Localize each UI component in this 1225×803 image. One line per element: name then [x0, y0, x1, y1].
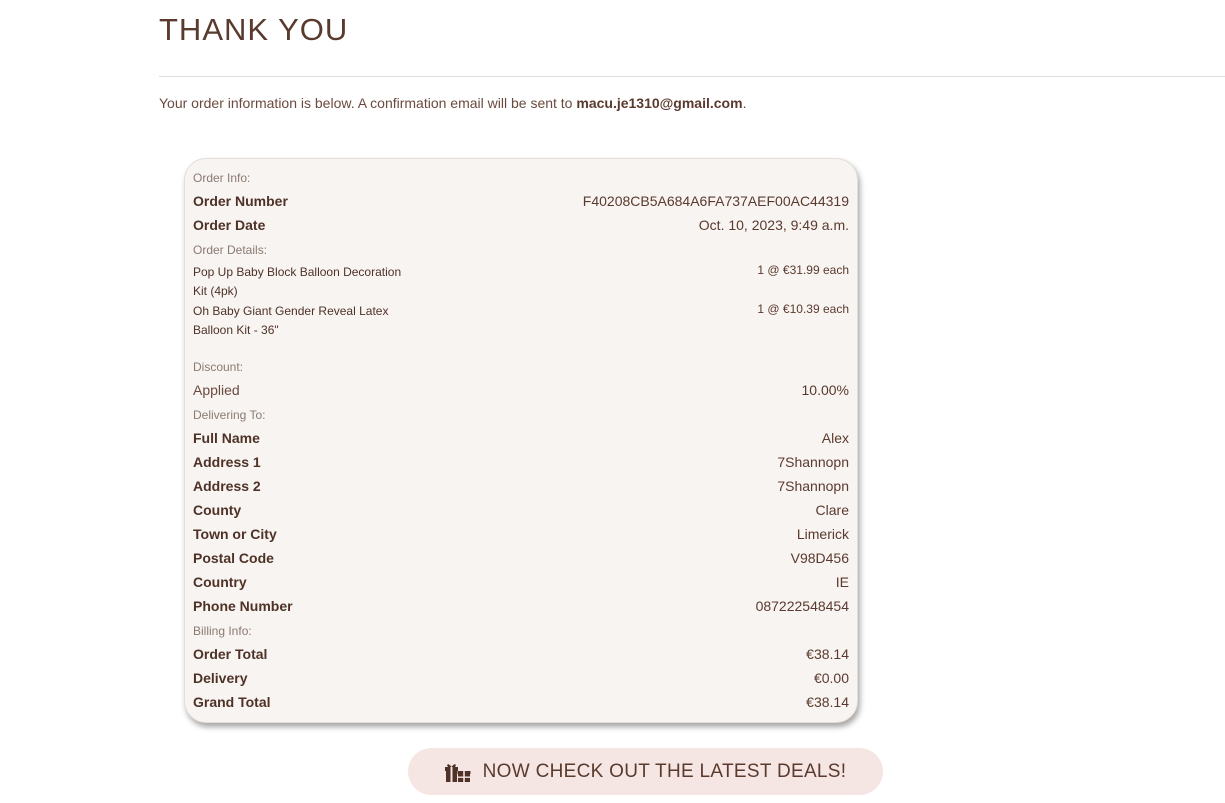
delivering-heading: Delivering To:	[193, 408, 266, 422]
order-info-heading: Order Info:	[193, 171, 251, 185]
delivery-field-value: Clare	[815, 502, 849, 518]
billing-field-value: €38.14	[806, 646, 849, 662]
discount-heading: Discount:	[193, 360, 244, 374]
billing-field-label: Delivery	[193, 670, 248, 686]
delivery-row-postal-code: Postal Code V98D456	[193, 550, 849, 566]
gifts-icon	[444, 761, 471, 783]
order-item-quantity: 1 @ €31.99 each	[757, 263, 849, 277]
delivery-row-country: Country IE	[193, 574, 849, 590]
discount-value: 10.00%	[801, 382, 849, 398]
intro-end: .	[742, 95, 747, 111]
latest-deals-label: NOW CHECK OUT THE LATEST DEALS!	[482, 760, 847, 782]
order-item-quantity: 1 @ €10.39 each	[757, 302, 849, 316]
delivery-field-value: 7Shannopn	[777, 454, 849, 470]
intro-text: Your order information is below. A confi…	[159, 95, 746, 111]
delivery-field-value: IE	[835, 574, 849, 590]
page-title: THANK YOU	[159, 12, 349, 47]
order-details-heading: Order Details:	[193, 243, 268, 257]
delivery-row-phone: Phone Number 087222548454	[193, 598, 849, 614]
billing-field-value: €38.14	[806, 694, 849, 710]
delivery-field-label: County	[193, 502, 242, 518]
order-number-value: F40208CB5A684A6FA737AEF00AC44319	[582, 193, 849, 209]
delivery-row-full-name: Full Name Alex	[193, 430, 849, 446]
order-summary-card: Order Info: Order Number F40208CB5A684A6…	[184, 158, 858, 723]
delivery-field-label: Address 2	[193, 478, 261, 494]
order-item: Pop Up Baby Block Balloon Decoration Kit…	[193, 263, 849, 301]
order-item-name: Pop Up Baby Block Balloon Decoration Kit…	[193, 265, 402, 298]
discount-label: Applied	[193, 382, 240, 398]
delivery-field-label: Address 1	[193, 454, 261, 470]
divider	[159, 76, 1225, 77]
delivery-field-label: Phone Number	[193, 598, 293, 614]
order-date-value: Oct. 10, 2023, 9:49 a.m.	[698, 217, 849, 233]
delivery-field-label: Country	[193, 574, 247, 590]
order-date-label: Order Date	[193, 217, 266, 233]
delivery-field-label: Town or City	[193, 526, 277, 542]
billing-field-label: Order Total	[193, 646, 268, 662]
discount-row: Applied 10.00%	[193, 382, 849, 398]
billing-row-grand-total: Grand Total €38.14	[193, 694, 849, 710]
delivery-field-value: Alex	[821, 430, 849, 446]
billing-field-label: Grand Total	[193, 694, 271, 710]
delivery-row-address-2: Address 2 7Shannopn	[193, 478, 849, 494]
order-number-row: Order Number F40208CB5A684A6FA737AEF00AC…	[193, 193, 849, 209]
delivery-field-label: Full Name	[193, 430, 260, 446]
billing-row-order-total: Order Total €38.14	[193, 646, 849, 662]
latest-deals-button[interactable]: NOW CHECK OUT THE LATEST DEALS!	[408, 748, 883, 795]
checkout-success-page: THANK YOU Your order information is belo…	[0, 0, 1225, 803]
billing-field-value: €0.00	[813, 670, 849, 686]
delivery-row-town: Town or City Limerick	[193, 526, 849, 542]
order-item: Oh Baby Giant Gender Reveal Latex Balloo…	[193, 302, 849, 340]
delivery-row-address-1: Address 1 7Shannopn	[193, 454, 849, 470]
delivery-field-value: Limerick	[796, 526, 849, 542]
billing-row-delivery: Delivery €0.00	[193, 670, 849, 686]
delivery-row-county: County Clare	[193, 502, 849, 518]
billing-heading: Billing Info:	[193, 624, 252, 638]
order-number-label: Order Number	[193, 193, 288, 209]
order-item-name: Oh Baby Giant Gender Reveal Latex Balloo…	[193, 304, 389, 337]
delivery-field-label: Postal Code	[193, 550, 274, 566]
delivery-field-value: 7Shannopn	[777, 478, 849, 494]
delivery-field-value: V98D456	[790, 550, 849, 566]
delivery-field-value: 087222548454	[755, 598, 849, 614]
confirmation-email: macu.je1310@gmail.com	[576, 95, 743, 111]
order-date-row: Order Date Oct. 10, 2023, 9:49 a.m.	[193, 217, 849, 233]
intro-message: Your order information is below. A confi…	[159, 95, 577, 111]
